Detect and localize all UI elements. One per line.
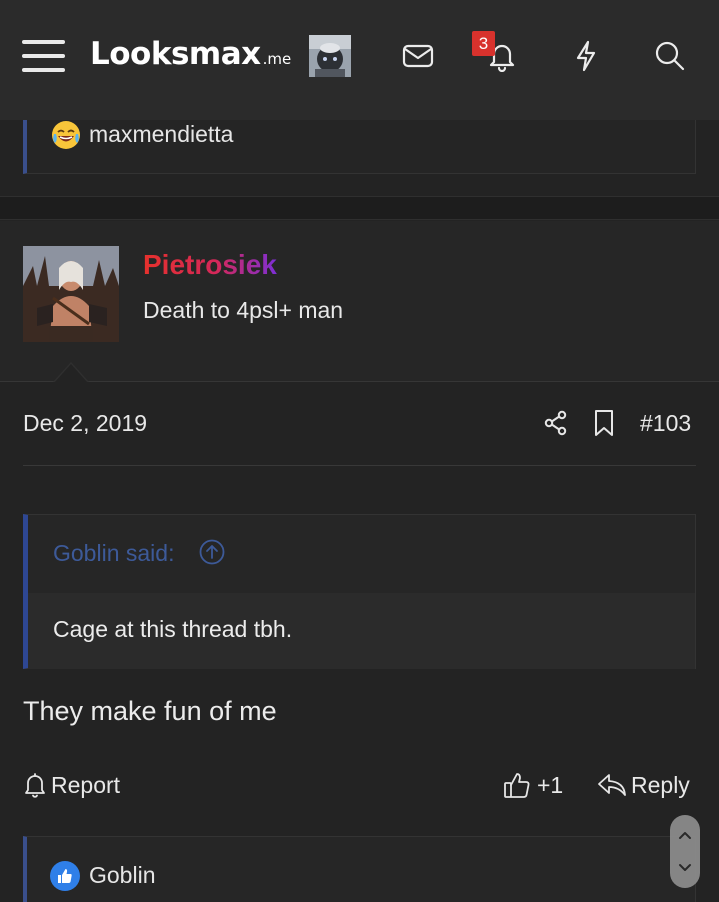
quote-header: Goblin said:	[28, 515, 695, 593]
post-date[interactable]: Dec 2, 2019	[23, 410, 147, 437]
reply-button[interactable]: Reply	[597, 768, 690, 802]
post-reactions-bar: Goblin	[23, 836, 696, 902]
thread-page: Looksmax .me 3 maxmendietta Pietrosiek D…	[0, 0, 719, 902]
search-icon[interactable]	[648, 34, 692, 78]
scroll-up-button[interactable]	[670, 819, 700, 853]
bookmark-icon[interactable]	[589, 406, 619, 440]
quote-block: Goblin said: Cage at this thread tbh.	[23, 514, 696, 669]
notification-count-badge: 3	[472, 31, 495, 56]
quote-body: Cage at this thread tbh.	[28, 593, 695, 669]
like-reaction-icon	[50, 861, 80, 891]
chevron-down-icon	[679, 864, 691, 871]
jump-to-quote-arrow-icon[interactable]	[199, 539, 225, 565]
inbox-icon[interactable]	[396, 34, 440, 78]
top-navigation-bar: Looksmax .me 3	[0, 0, 719, 120]
reply-arrow-icon	[598, 774, 626, 796]
author-avatar[interactable]	[23, 246, 119, 342]
scroll-down-button[interactable]	[670, 850, 700, 884]
whats-new-bolt-icon[interactable]	[564, 34, 608, 78]
thumbs-up-icon	[504, 773, 530, 798]
reactor-username[interactable]: maxmendietta	[89, 120, 233, 148]
scroll-widget	[670, 815, 700, 888]
crying-laughing-emoji-icon	[52, 121, 80, 149]
like-count: +1	[537, 771, 564, 798]
account-avatar[interactable]	[309, 35, 351, 77]
author-username[interactable]: Pietrosiek	[143, 249, 277, 281]
report-button[interactable]: Report	[23, 768, 120, 802]
post-user-header: Pietrosiek Death to 4psl+ man	[0, 221, 719, 382]
quote-author[interactable]: Goblin said:	[53, 540, 174, 567]
meta-divider	[23, 465, 696, 466]
logo-text: Looksmax	[90, 36, 261, 72]
post-number[interactable]: #103	[640, 410, 691, 437]
quote-text: Cage at this thread tbh.	[53, 616, 293, 642]
report-label: Report	[51, 771, 121, 798]
reactor-username[interactable]: Goblin	[89, 861, 155, 889]
author-user-title: Death to 4psl+ man	[143, 297, 344, 323]
chevron-up-icon	[679, 832, 691, 839]
menu-icon[interactable]	[22, 38, 66, 74]
site-logo[interactable]: Looksmax .me	[90, 36, 291, 76]
report-bell-icon	[25, 773, 45, 798]
reply-label: Reply	[631, 771, 690, 798]
logo-domain: .me	[262, 50, 292, 68]
like-button[interactable]: +1	[503, 768, 563, 802]
share-icon[interactable]	[541, 406, 571, 440]
post-separator	[0, 196, 719, 220]
post-body-text: They make fun of me	[23, 696, 277, 726]
